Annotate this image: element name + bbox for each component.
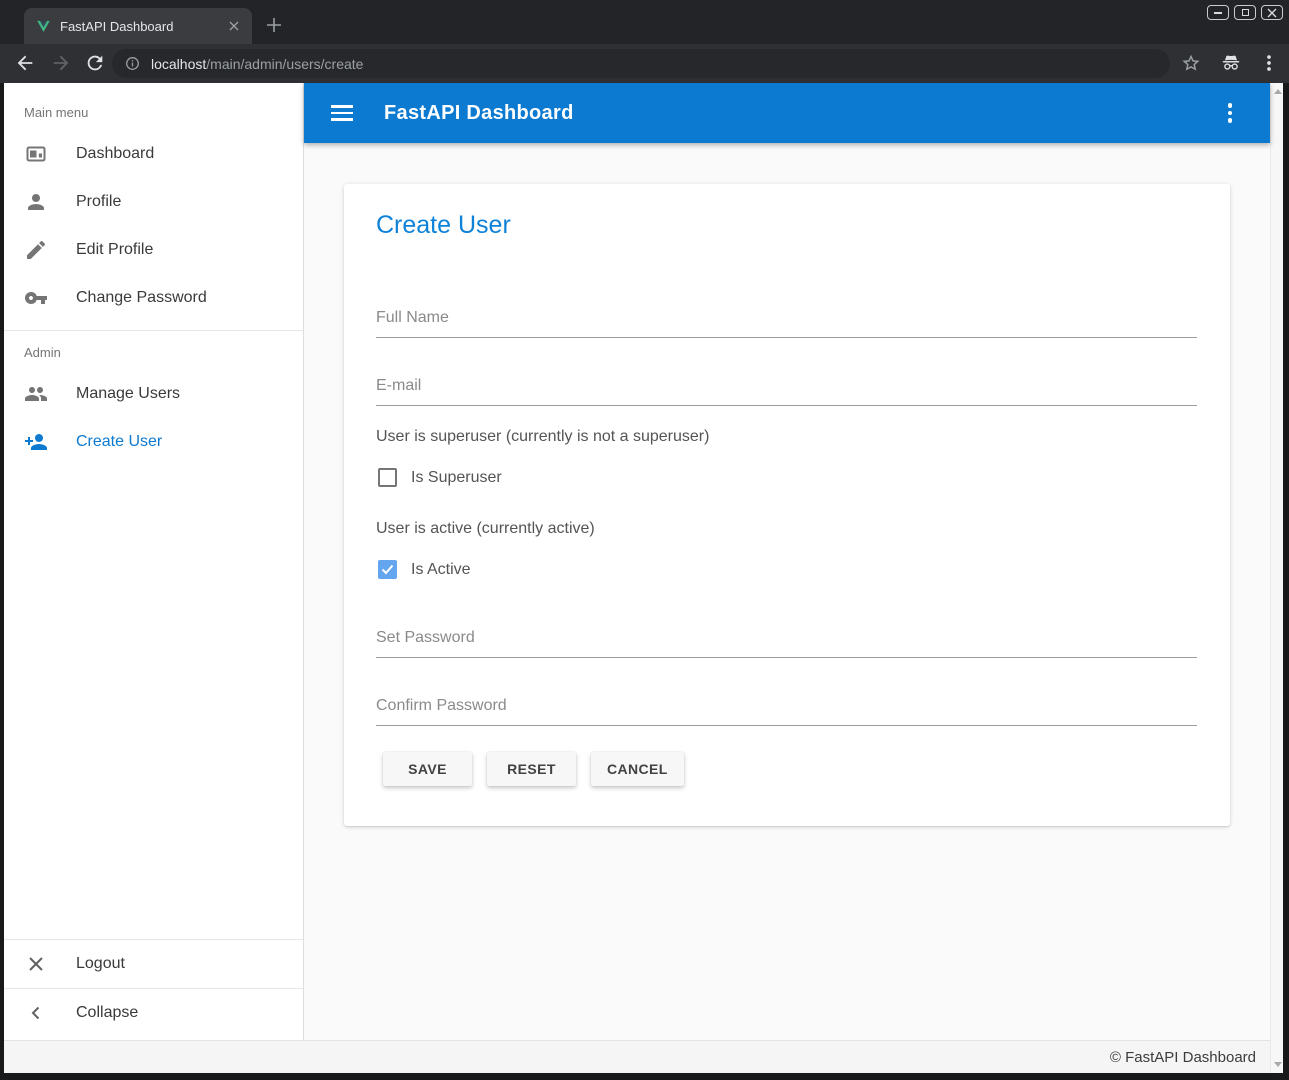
is-superuser-checkbox[interactable]: Is Superuser — [378, 468, 502, 487]
person-add-icon — [24, 430, 48, 454]
people-icon — [24, 382, 48, 406]
confirm-password-field-wrap — [376, 686, 1197, 726]
sidebar-item-dashboard[interactable]: Dashboard — [4, 130, 303, 178]
pencil-icon — [24, 238, 48, 262]
tab-title: FastAPI Dashboard — [60, 19, 226, 34]
checkbox-checked-icon[interactable] — [378, 560, 397, 579]
hamburger-menu-icon[interactable] — [331, 101, 355, 125]
full-name-field-wrap — [376, 298, 1197, 338]
scroll-down-icon[interactable] — [1274, 1062, 1282, 1067]
sidebar-item-label: Edit Profile — [76, 241, 153, 259]
sidebar: Main menu Dashboard Profile E — [4, 83, 304, 1040]
is-active-checkbox[interactable]: Is Active — [378, 560, 471, 579]
sidebar-item-label: Dashboard — [76, 145, 154, 163]
superuser-hint: User is superuser (currently is not a su… — [376, 428, 709, 446]
save-button[interactable]: SAVE — [383, 752, 472, 786]
sidebar-item-label: Collapse — [76, 1004, 138, 1022]
form-actions: SAVE RESET CANCEL — [383, 752, 684, 786]
minimize-button[interactable] — [1207, 5, 1229, 20]
page-footer: © FastAPI Dashboard — [4, 1040, 1270, 1073]
sidebar-item-change-password[interactable]: Change Password — [4, 274, 303, 322]
confirm-password-input[interactable] — [376, 686, 1197, 726]
browser-toolbar: localhost/main/admin/users/create — [0, 44, 1289, 83]
reset-button[interactable]: RESET — [487, 752, 576, 786]
maximize-button[interactable] — [1234, 5, 1256, 20]
url-host: localhost — [151, 56, 206, 72]
sidebar-section-header-admin: Admin — [4, 331, 303, 370]
browser-tab[interactable]: FastAPI Dashboard — [24, 8, 252, 44]
forward-icon[interactable] — [50, 52, 72, 74]
sidebar-item-edit-profile[interactable]: Edit Profile — [4, 226, 303, 274]
vue-logo-icon — [36, 19, 51, 34]
bookmark-star-icon[interactable] — [1180, 52, 1202, 74]
chevron-left-icon — [24, 1001, 48, 1025]
incognito-icon — [1220, 52, 1242, 74]
sidebar-item-label: Change Password — [76, 289, 207, 307]
sidebar-item-profile[interactable]: Profile — [4, 178, 303, 226]
browser-menu-icon[interactable] — [1258, 52, 1280, 74]
close-icon — [24, 952, 48, 976]
window-close-button[interactable] — [1261, 5, 1283, 20]
sidebar-item-label: Create User — [76, 433, 162, 451]
sidebar-section-header-main: Main menu — [4, 83, 303, 130]
page-scrollbar[interactable] — [1270, 83, 1283, 1073]
sidebar-item-collapse[interactable]: Collapse — [4, 989, 303, 1037]
checkbox-label: Is Superuser — [411, 469, 502, 487]
checkbox-unchecked-icon[interactable] — [378, 468, 397, 487]
full-name-input[interactable] — [376, 298, 1197, 338]
email-input[interactable] — [376, 366, 1197, 406]
create-user-card: Create User User is superuser (currently… — [344, 184, 1230, 826]
active-hint: User is active (currently active) — [376, 520, 595, 538]
address-bar[interactable]: localhost/main/admin/users/create — [112, 49, 1170, 78]
scroll-up-icon[interactable] — [1274, 89, 1282, 94]
back-icon[interactable] — [14, 52, 36, 74]
person-icon — [24, 190, 48, 214]
page-title: Create User — [376, 211, 511, 240]
tab-close-icon[interactable] — [226, 18, 242, 34]
email-field-wrap — [376, 366, 1197, 406]
checkbox-label: Is Active — [411, 561, 471, 579]
window-controls — [1207, 5, 1283, 20]
browser-titlebar: FastAPI Dashboard — [0, 0, 1289, 44]
sidebar-item-create-user[interactable]: Create User — [4, 418, 303, 466]
sidebar-bottom: Logout Collapse — [4, 939, 303, 1037]
key-icon — [24, 286, 48, 310]
sidebar-item-label: Logout — [76, 955, 125, 973]
browser-window: FastAPI Dashboard — [0, 0, 1289, 1080]
appbar-menu-icon[interactable] — [1218, 101, 1242, 125]
sidebar-item-manage-users[interactable]: Manage Users — [4, 370, 303, 418]
cancel-button[interactable]: CANCEL — [591, 752, 684, 786]
password-field-wrap — [376, 618, 1197, 658]
new-tab-icon[interactable] — [264, 15, 284, 35]
sidebar-item-label: Manage Users — [76, 385, 180, 403]
reload-icon[interactable] — [84, 52, 106, 74]
set-password-input[interactable] — [376, 618, 1197, 658]
appbar-title: FastAPI Dashboard — [384, 102, 574, 125]
page-info-icon[interactable] — [124, 55, 141, 72]
copyright-text: © FastAPI Dashboard — [1110, 1049, 1256, 1066]
url-path: /main/admin/users/create — [206, 56, 363, 72]
window-close-icon — [1267, 8, 1277, 18]
appbar: FastAPI Dashboard — [304, 83, 1270, 143]
url-text: localhost/main/admin/users/create — [151, 56, 363, 72]
page-content: Main menu Dashboard Profile E — [4, 83, 1283, 1073]
dashboard-icon — [24, 142, 48, 166]
sidebar-item-logout[interactable]: Logout — [4, 940, 303, 988]
sidebar-item-label: Profile — [76, 193, 121, 211]
